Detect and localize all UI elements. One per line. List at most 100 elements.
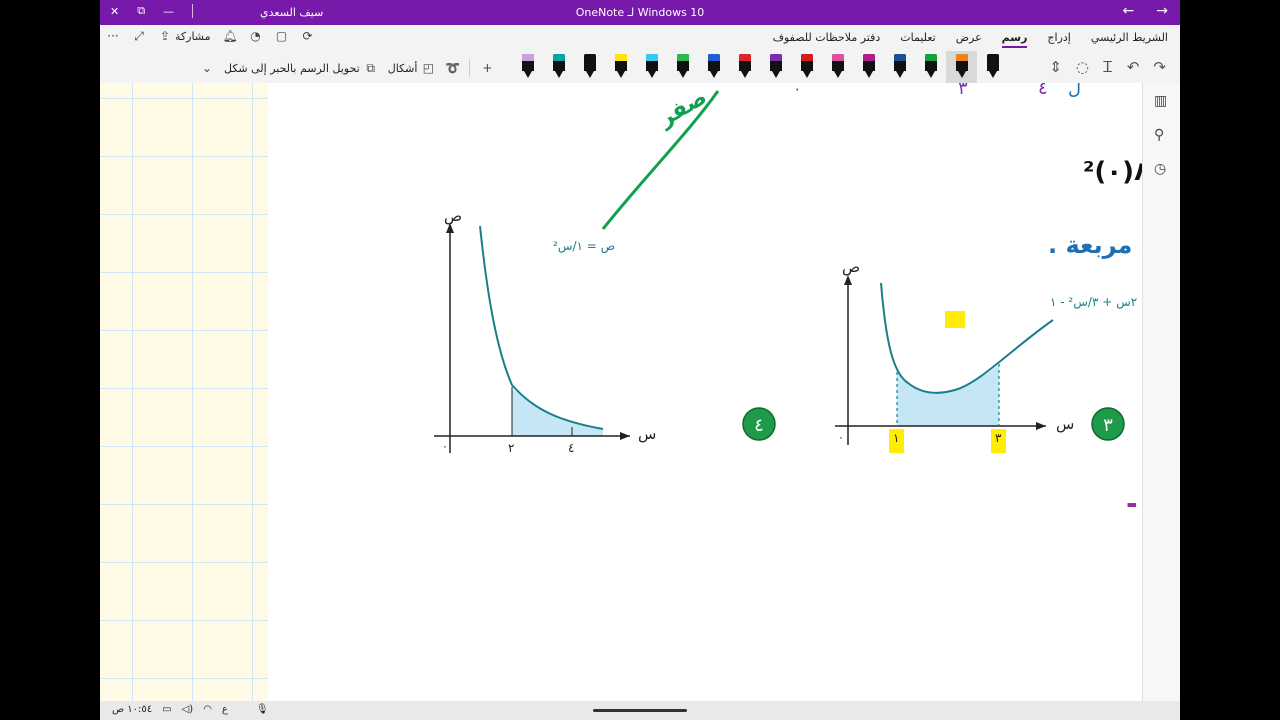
page-margin-grid [100,83,269,701]
pen-lavender-body [522,54,534,71]
toolbar-divider [469,59,471,77]
library-icon[interactable]: ▥ [1154,93,1167,109]
pen-blue-body [708,54,720,71]
pen-dark-blue[interactable] [884,51,915,83]
pen-red-color [739,54,751,61]
pen-black-2-tip [989,71,997,78]
keyboard-language[interactable]: ع [222,704,228,715]
convert-ink-to-shape-button[interactable]: تحويل الرسم بالحبر إلى شكل ⧉ [224,61,378,75]
pen-orange-color [956,54,968,61]
search-icon[interactable]: ⚲ [1154,127,1164,143]
redo-icon[interactable]: ↷ [1153,58,1166,76]
graph-right-origin: ٠ [838,431,844,444]
pen-teal[interactable] [543,51,574,83]
back-icon[interactable]: ← [1123,3,1135,19]
pen-blue[interactable] [698,51,729,83]
tab-view[interactable]: عرض [956,31,982,48]
badge-problem-3: ٣ [1091,407,1125,441]
lightbulb-icon[interactable]: ◔ [249,29,263,43]
badge-problem-3-label: ٣ [1103,415,1113,436]
ribbon-tabs-row: ··· ⤢ ⇪ مشاركة 🔔︎ ◔ ▢ ⟳ الشريط الرئيسي إ… [100,25,1180,51]
toolbar-right-group: ⇕ ◌ Ꮖ ↶ ↷ [1049,58,1166,76]
more-options-icon[interactable]: ··· [106,29,120,43]
pen-black-2-body [987,54,999,71]
ink-zero-note: صفر [654,85,711,133]
pen-blue-color [708,54,720,61]
ink-to-text-icon[interactable]: Ꮖ [1103,58,1113,76]
pen-cyan-body [646,54,658,71]
graph-left-y-label: ص [444,207,462,225]
clock-time: ١٠:٥٤ ص [112,704,153,715]
pen-magenta[interactable] [853,51,884,83]
graph-left-tick-2: ٢ [508,441,514,455]
pen-black-color [584,54,596,61]
wifi-icon[interactable]: ◠ [203,704,212,715]
pen-green-2[interactable] [915,51,946,83]
add-pen-icon[interactable]: + [480,61,494,75]
convert-ink-label: تحويل الرسم بالحبر إلى شكل [224,61,360,75]
status-bar: ١٠:٥٤ ص ▭ ◁) ◠ ع 🎙︎ [100,701,1180,720]
forward-icon[interactable]: → [1156,3,1168,19]
pen-red-2[interactable] [791,51,822,83]
tab-draw[interactable]: رسم [1001,31,1028,48]
pen-black-2-color [987,54,999,61]
pen-magenta-body [863,54,875,71]
pen-green-body [677,54,689,71]
convert-shape-icon: ⧉ [366,61,375,75]
home-indicator[interactable] [593,709,687,712]
pen-cyan-color [646,54,658,61]
chevron-down-icon[interactable]: ⌄ [200,61,214,75]
graph-right-tick-3: ٣ [995,431,1002,445]
expand-icon[interactable]: ⤢ [132,29,146,43]
pen-lavender[interactable] [512,51,543,83]
pen-yellow-color [615,54,627,61]
pen-red-body [739,54,751,71]
pen-pink[interactable] [822,51,853,83]
integral-note: م = ∫₁³ ٢س - [1126,487,1142,520]
pen-cyan[interactable] [636,51,667,83]
notifications-icon[interactable]: 🔔︎ [223,29,238,43]
pen-green-tip [679,71,687,78]
clipped-ink-blue-2: ل [1068,83,1081,99]
pen-purple-tip [772,71,780,78]
shapes-label: أشكال [387,61,418,75]
lasso-icon[interactable]: ➰ [445,61,460,75]
pages-icon[interactable]: ▢ [275,29,289,43]
pen-orange[interactable] [946,51,977,83]
pen-black[interactable] [574,51,605,83]
pen-green-color [677,54,689,61]
pen-dark-blue-tip [896,71,904,78]
note-canvas[interactable]: ٠ ٣ ٤ ل (٤/٤)⁴ - ٨/٣(٤)³ + ٨(٤)² ⊖ (٠/٤)… [268,83,1142,701]
pen-green[interactable] [667,51,698,83]
pen-orange-body [956,54,968,71]
pen-dark-blue-color [894,54,906,61]
microphone-icon[interactable]: 🎙︎ [256,704,269,715]
pen-black-2[interactable] [977,51,1008,83]
share-label: مشاركة [175,29,211,43]
pen-green-2-color [925,54,937,61]
badge-problem-4: ٤ [742,407,776,441]
tab-class-notebook[interactable]: دفتر ملاحظات للصفوف [773,31,881,48]
history-icon[interactable]: ◷ [1154,161,1166,177]
tab-help[interactable]: تعليمات [900,31,935,48]
share-button[interactable]: ⇪ مشاركة [158,29,211,43]
ribbon-tabs: الشريط الرئيسي إدراج رسم عرض تعليمات دفت… [773,31,1168,48]
pen-black-body [584,54,596,71]
pen-pink-tip [834,71,842,78]
lasso-select-icon[interactable]: ◌ [1076,58,1089,76]
pen-red-tip [741,71,749,78]
tab-insert[interactable]: إدراج [1047,31,1070,48]
tab-home[interactable]: الشريط الرئيسي [1091,31,1168,48]
pen-yellow[interactable] [605,51,636,83]
pen-red[interactable] [729,51,760,83]
pen-purple[interactable] [760,51,791,83]
ruler-icon[interactable]: ⇕ [1049,58,1062,76]
volume-icon[interactable]: ◁) [182,704,194,715]
shapes-button[interactable]: أشكال ◰ [388,61,436,75]
sync-icon[interactable]: ⟳ [301,29,315,43]
graph-right-y-label: ص [842,258,860,276]
onenote-window: ✕ ⧉ — سيف السعدي OneNote لـ Windows 10 ←… [100,0,1180,720]
pen-magenta-color [863,54,875,61]
undo-icon[interactable]: ↶ [1127,58,1140,76]
pen-dark-blue-body [894,54,906,71]
